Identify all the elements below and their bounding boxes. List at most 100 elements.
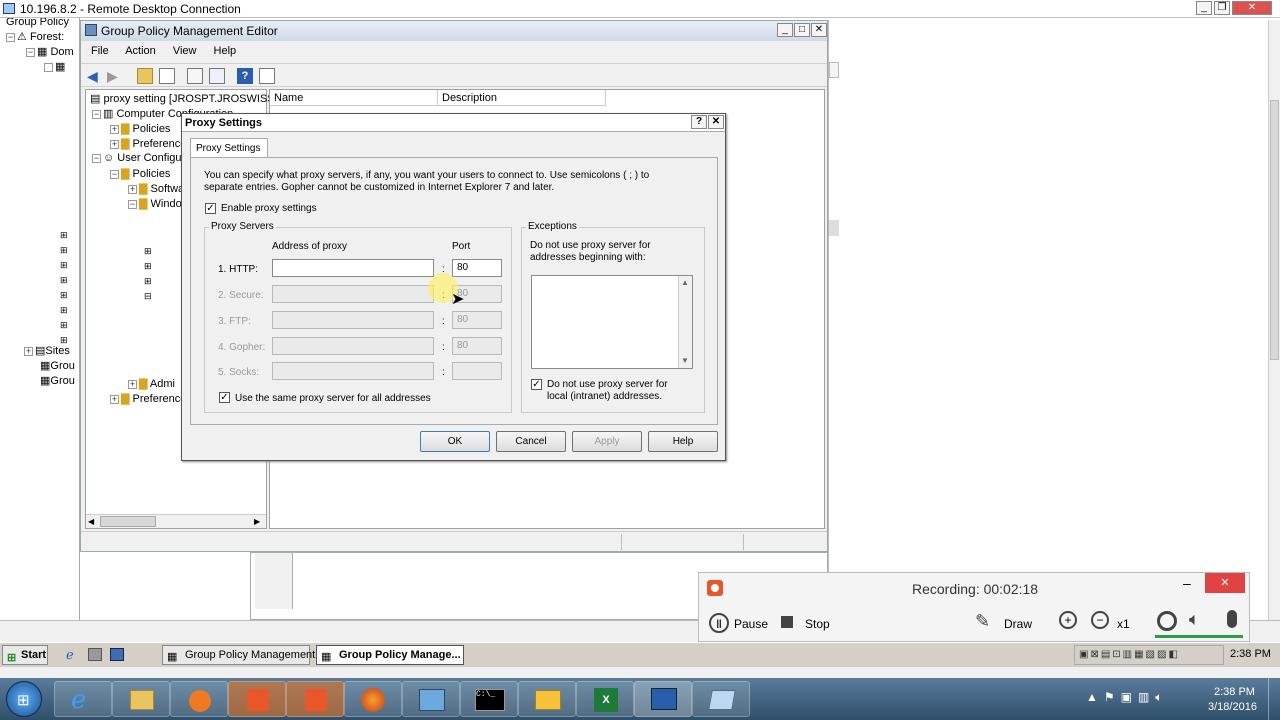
recorder-minimize-button[interactable]: – [1183,575,1191,591]
recorder-close-button[interactable]: ✕ [1205,573,1245,593]
close-button[interactable]: ✕ [1232,1,1272,15]
column-header[interactable] [829,62,839,78]
scrollbar-thumb[interactable] [829,220,839,236]
taskbar-gpm[interactable]: ▦ Group Policy Management [162,645,315,665]
scroll-up-icon[interactable]: ▲ [681,278,689,287]
minimize-button[interactable]: _ [1196,1,1212,15]
tree-expanders[interactable]: ⊞ ⊞ ⊞ ⊞ ⊞ ⊞ ⊞ ⊞ [60,228,68,348]
zoom-out-icon[interactable]: − [1091,611,1109,629]
tree-item[interactable]: ▦ [44,60,65,75]
outlook-taskbar-icon[interactable] [518,681,576,717]
ftp-address-input[interactable] [272,311,434,329]
cmd-taskbar-icon[interactable]: C:\_ [460,681,518,717]
menu-help[interactable]: Help [214,45,237,57]
zoom-in-icon[interactable]: + [1059,611,1077,629]
start-button[interactable]: ⊞ Start [2,645,48,665]
export-list-icon[interactable] [209,68,225,84]
excel-taskbar-icon[interactable]: X [576,681,634,717]
tree-expanders[interactable]: ⊞ ⊞ ⊞ ⊟ [144,214,152,304]
rdp-taskbar-icon[interactable] [634,681,692,717]
tree-item-preferences[interactable]: + ▇ Preferences [110,137,192,152]
apply-button[interactable]: Apply [572,431,642,452]
recorder-taskbar-icon[interactable] [228,681,286,717]
gpe-maximize-button[interactable]: □ [794,23,810,37]
menu-file[interactable]: File [91,45,109,57]
help-button[interactable]: Help [648,431,718,452]
draw-label[interactable]: Draw [1004,617,1032,631]
dialog-help-button[interactable]: ? [691,115,707,129]
column-header-description[interactable]: Description [438,90,606,106]
http-address-input[interactable] [272,259,434,277]
explorer-taskbar-icon[interactable] [112,681,170,717]
pause-icon[interactable]: || [709,613,729,633]
gpe-minimize-button[interactable]: _ [777,23,793,37]
secure-address-input[interactable] [272,285,434,303]
ftp-port-input[interactable]: 80 [452,311,502,329]
scrollbar-thumb[interactable] [1270,100,1279,360]
system-tray-icons[interactable]: ▣⊠▤⊡▥▦▧▨◧ [1074,645,1224,665]
stop-icon[interactable] [781,616,793,628]
gopher-port-input[interactable]: 80 [452,337,502,355]
gpe-close-button[interactable]: ✕ [811,23,827,37]
menu-action[interactable]: Action [125,45,156,57]
network-taskbar-icon[interactable] [402,681,460,717]
server-manager-icon[interactable] [88,648,102,661]
horizontal-scrollbar[interactable]: ◀ ▶ [86,514,266,528]
pencil-icon[interactable]: ✎ [975,611,990,632]
menu-view[interactable]: View [173,45,197,57]
host-tray-icons[interactable]: ▲⚑▣▥🔈︎ [1086,690,1169,705]
scroll-left-icon[interactable]: ◀ [88,517,94,526]
firefox-taskbar-icon[interactable] [344,681,402,717]
powershell-icon[interactable] [110,648,124,661]
tree-item[interactable]: ▦Grou [40,374,75,389]
up-folder-icon[interactable] [137,68,153,84]
bypass-local-checkbox[interactable]: ✓ [531,379,542,390]
ie-quicklaunch-icon[interactable]: ℯ [66,647,74,663]
forward-arrow-icon[interactable]: ▶ [107,68,123,84]
socks-address-input[interactable] [272,362,434,380]
back-arrow-icon[interactable]: ◀ [87,68,103,84]
pause-label[interactable]: Pause [734,617,768,631]
enable-proxy-checkbox[interactable]: ✓ [205,203,216,214]
rdp-scrollbar[interactable] [0,666,1280,678]
tree-item-admin[interactable]: + ▇ Admi [128,377,175,392]
cancel-button[interactable]: Cancel [496,431,566,452]
recorder-camera-taskbar-icon[interactable] [286,681,344,717]
filter-icon[interactable] [259,68,275,84]
tree-item-preferences[interactable]: + ▇ Preferences [110,392,192,407]
microphone-icon[interactable] [1227,610,1237,628]
show-desktop-button[interactable] [1268,678,1280,720]
column-header-name[interactable]: Name [270,90,438,106]
scrollbar-thumb[interactable] [100,516,156,527]
media-player-taskbar-icon[interactable] [170,681,228,717]
socks-port-input[interactable] [452,362,502,380]
tree-item[interactable]: − ▦ Dom [26,45,74,60]
tree-item[interactable]: ▦Grou [40,359,75,374]
vertical-scrollbar[interactable] [1268,20,1280,620]
ok-button[interactable]: OK [420,431,490,452]
tree-item-policies[interactable]: − ▇ Policies [110,167,170,182]
webcam-icon[interactable] [1157,611,1177,631]
dialog-close-button[interactable]: ✕ [708,115,724,129]
textarea-scrollbar[interactable]: ▲ ▼ [678,276,692,368]
show-hide-tree-icon[interactable] [159,68,175,84]
tree-item-sites[interactable]: + ▤Sites [24,344,70,359]
tree-item[interactable]: − ⚠ Forest: [6,30,64,45]
http-port-input[interactable]: 80 [452,259,502,277]
help-icon[interactable]: ? [237,68,253,84]
scroll-down-icon[interactable]: ▼ [681,356,689,365]
restore-button[interactable]: ❐ [1214,1,1230,15]
stop-label[interactable]: Stop [805,617,830,631]
ie-taskbar-icon[interactable]: ℯ [54,681,112,717]
properties-icon[interactable] [187,68,203,84]
tree-root[interactable]: ▤ proxy setting [JROSPT.JROSWISS [90,92,275,107]
tab-proxy-settings[interactable]: Proxy Settings [190,138,268,158]
notes-taskbar-icon[interactable] [692,681,750,717]
tree-item-policies[interactable]: + ▇ Policies [110,122,170,137]
exceptions-textarea[interactable]: ▲ ▼ [531,275,693,369]
same-proxy-checkbox[interactable]: ✓ [219,392,230,403]
gopher-address-input[interactable] [272,337,434,355]
speaker-icon[interactable]: 🔈︎ [1189,609,1200,630]
scroll-right-icon[interactable]: ▶ [254,517,260,526]
windows-start-orb[interactable]: ⊞ [6,681,42,717]
